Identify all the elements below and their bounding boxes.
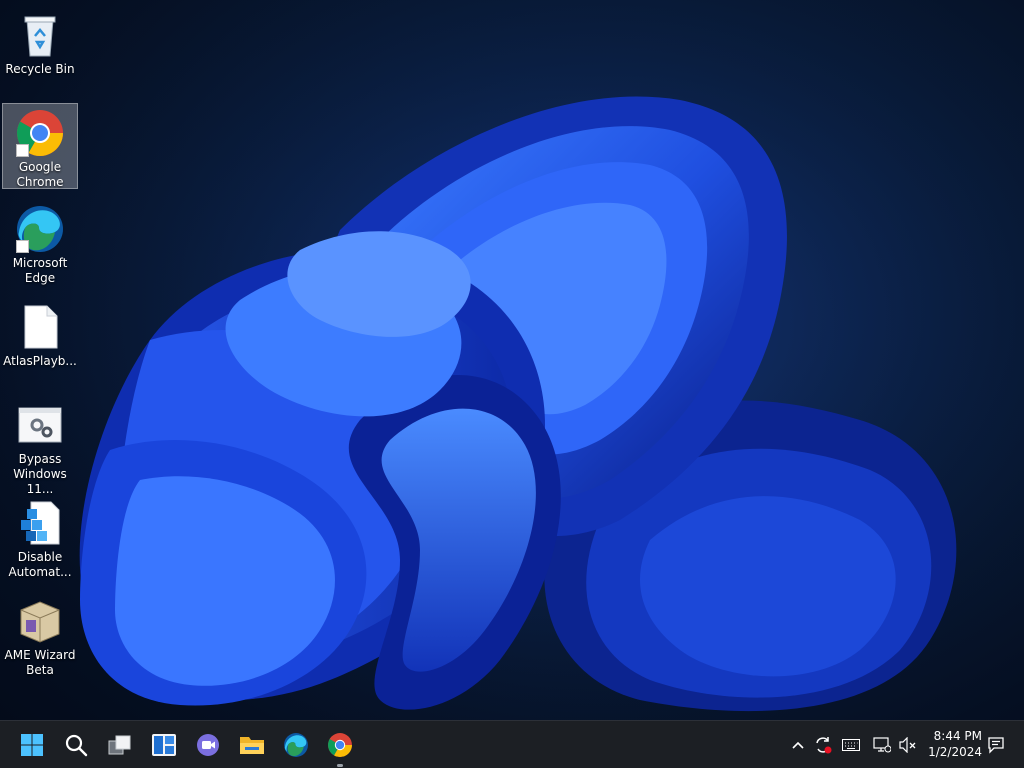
file-explorer-icon	[240, 737, 264, 754]
search-icon	[65, 734, 88, 757]
desktop-icon-google-chrome[interactable]: Google Chrome	[2, 103, 78, 189]
task-view-icon	[108, 735, 131, 755]
widgets-icon	[152, 734, 176, 756]
wizard-box-icon	[15, 596, 65, 646]
registry-icon	[15, 498, 65, 548]
recycle-bin-icon	[15, 10, 65, 60]
taskbar-chrome-button[interactable]	[322, 727, 358, 767]
shortcut-arrow-icon	[16, 240, 29, 253]
desktop-icon-atlasplaybook[interactable]: AtlasPlayb...	[2, 298, 78, 384]
show-hidden-icons-button[interactable]	[788, 735, 808, 755]
taskbar-clock[interactable]: 8:44 PM 1/2/2024	[922, 728, 982, 760]
desktop-icon-label: Microsoft Edge	[12, 256, 68, 285]
update-icon	[816, 737, 832, 754]
desktop-icon-recycle-bin[interactable]: Recycle Bin	[2, 6, 78, 92]
desktop-icon-label: Google Chrome	[16, 160, 64, 189]
desktop-icon-label: Disable Automat...	[8, 550, 72, 579]
desktop-icon-label: Bypass Windows 11...	[13, 452, 67, 496]
notification-button[interactable]	[986, 735, 1006, 755]
start-icon	[21, 734, 43, 756]
notification-icon	[988, 737, 1004, 754]
blank-file-icon	[15, 302, 65, 352]
edge-icon	[15, 204, 65, 254]
desktop-icon-disable-automatic[interactable]: Disable Automat...	[2, 494, 78, 580]
running-indicator	[337, 764, 343, 767]
edge-icon	[284, 733, 308, 757]
taskbar-edge-button[interactable]	[278, 727, 314, 763]
desktop-icon-ame-wizard-beta[interactable]: AME Wizard Beta	[2, 592, 78, 678]
desktop[interactable]: Recycle Bin Google Chrome Microsoft Edge	[0, 0, 1024, 768]
desktop-icon-label: AtlasPlayb...	[3, 354, 77, 368]
keyboard-icon	[842, 739, 860, 751]
file-explorer-button[interactable]	[234, 727, 270, 763]
desktop-icon-microsoft-edge[interactable]: Microsoft Edge	[2, 200, 78, 286]
task-view-button[interactable]	[102, 727, 138, 763]
start-button[interactable]	[14, 727, 50, 763]
chevron-up-icon	[792, 741, 804, 749]
widgets-button[interactable]	[146, 727, 182, 763]
wallpaper-bloom	[0, 0, 1024, 720]
desktop-icon-bypass-windows-11[interactable]: Bypass Windows 11...	[2, 396, 78, 496]
chrome-icon	[15, 108, 65, 158]
taskbar: 8:44 PM 1/2/2024	[0, 720, 1024, 768]
chat-icon	[197, 734, 219, 756]
clock-date: 1/2/2024	[928, 745, 982, 759]
desktop-icon-label: Recycle Bin	[5, 62, 75, 76]
desktop-icon-label: AME Wizard Beta	[4, 648, 76, 677]
volume-muted-icon	[899, 737, 916, 753]
update-tray-button[interactable]	[813, 735, 833, 755]
shortcut-arrow-icon	[16, 144, 29, 157]
volume-tray-button[interactable]	[898, 735, 918, 755]
chat-button[interactable]	[190, 727, 226, 763]
clock-time: 8:44 PM	[933, 729, 982, 743]
settings-file-icon	[15, 400, 65, 450]
search-button[interactable]	[58, 727, 94, 763]
network-icon	[873, 737, 891, 753]
chrome-icon	[328, 733, 352, 757]
network-tray-button[interactable]	[872, 735, 892, 755]
keyboard-tray-button[interactable]	[841, 735, 861, 755]
